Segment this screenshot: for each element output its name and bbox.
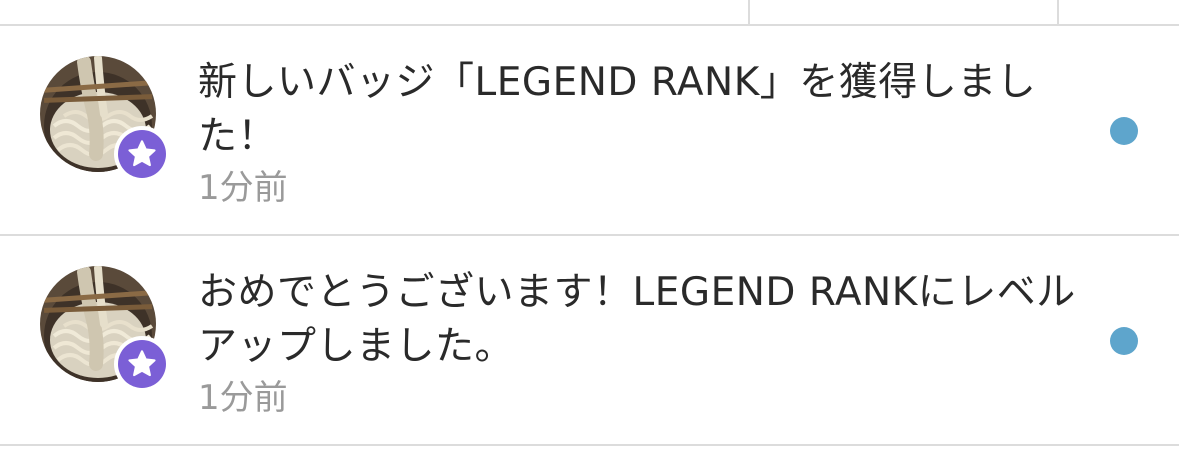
- notification-item[interactable]: 新しいバッジ「LEGEND RANK」を獲得しました！ 1分前: [0, 26, 1179, 236]
- unread-indicator: [1110, 327, 1138, 355]
- notification-time: 1分前: [198, 168, 288, 208]
- notification-message: おめでとうございます！LEGEND RANKにレベルアップしました。: [198, 270, 1076, 369]
- avatar: [40, 56, 170, 182]
- divider: [748, 0, 750, 24]
- unread-indicator: [1110, 117, 1138, 145]
- notification-message: 新しいバッジ「LEGEND RANK」を獲得しました！: [198, 60, 1037, 159]
- notification-item[interactable]: おめでとうございます！LEGEND RANKにレベルアップしました。 1分前: [0, 236, 1179, 446]
- badge: [114, 126, 170, 182]
- divider: [1057, 0, 1059, 24]
- badge: [114, 336, 170, 392]
- notification-time: 1分前: [198, 378, 288, 418]
- star-icon: [118, 340, 166, 388]
- avatar: [40, 266, 170, 392]
- star-icon: [118, 130, 166, 178]
- previous-row-edge: [0, 0, 1179, 26]
